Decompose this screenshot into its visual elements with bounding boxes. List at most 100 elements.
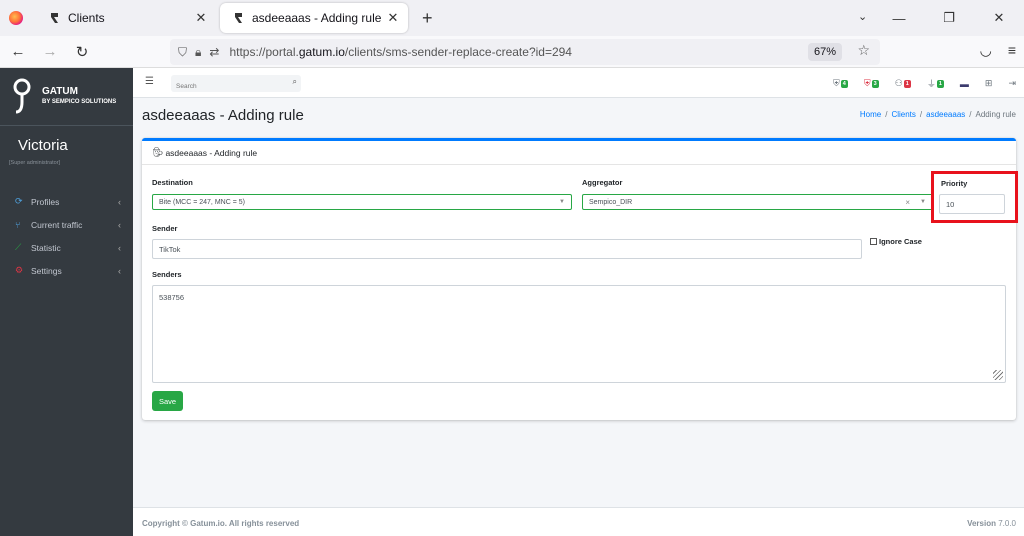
chevron-left-icon: ‹ xyxy=(118,196,121,207)
window-controls: — ❐ ✕ xyxy=(874,0,1024,36)
header-icons: ⛨ 4 ⛨ 3 ⚇ 1 ⏚ 1 ▬ ⊞ ⇥ xyxy=(817,77,1016,90)
firefox-icon[interactable] xyxy=(9,11,23,25)
caret-down-icon: ▼ xyxy=(559,199,565,205)
sidebar-item-statistic[interactable]: ⟋ Statistic ‹ xyxy=(0,236,133,259)
gatum-logo-icon xyxy=(234,13,242,23)
page-title: asdeeaaas - Adding rule xyxy=(142,107,304,124)
tab-adding-rule[interactable]: asdeeaaas - Adding rule ✕ xyxy=(220,3,408,33)
brand-name: GATUM xyxy=(42,85,78,97)
grid-icon[interactable]: ⊞ xyxy=(985,78,993,89)
search-input[interactable] xyxy=(171,78,281,95)
shield-icon[interactable]: ⛉ xyxy=(178,45,187,60)
destination-value: Bite (MCC = 247, MNC = 5) xyxy=(159,198,245,206)
sidebar-item-profiles[interactable]: ⟳ Profiles ‹ xyxy=(0,190,133,213)
senders-textarea[interactable]: 538756 xyxy=(152,285,1006,383)
bookmark-star-icon[interactable]: ☆ xyxy=(857,42,870,59)
save-button[interactable]: Save xyxy=(152,391,183,411)
minimize-icon[interactable]: — xyxy=(874,11,924,26)
url-bar[interactable]: ⛉ 🔒︎ ⇄ https://portal.gatum.io/clients/s… xyxy=(170,39,880,65)
user-secret-icon: 🕵︎ xyxy=(152,147,164,157)
browser-nav-bar: ← → ↻ ⛉ 🔒︎ ⇄ https://portal.gatum.io/cli… xyxy=(0,36,1024,68)
app-header: ☰ ⌕ ⛨4 ⛨3 ⚇1 ⏚1 ▬ ⊞ ⇥ xyxy=(133,68,1024,98)
footer: Copyright © Gatum.io. All rights reserve… xyxy=(133,507,1024,536)
count-badge: 4 xyxy=(840,79,848,88)
pocket-icon[interactable]: ◡ xyxy=(980,42,992,59)
destination-select[interactable]: Bite (MCC = 247, MNC = 5) ▼ xyxy=(152,194,572,210)
card-header: 🕵︎ asdeeaaas - Adding rule xyxy=(142,141,1016,165)
restore-icon[interactable]: ❐ xyxy=(924,10,974,26)
close-window-icon[interactable]: ✕ xyxy=(974,10,1024,26)
permissions-icon[interactable]: ⇄ xyxy=(209,45,219,60)
hamburger-menu-icon[interactable]: ☰ xyxy=(145,76,154,87)
zoom-level[interactable]: 67% xyxy=(807,43,842,61)
logout-icon[interactable]: ⇥ xyxy=(1008,78,1016,89)
chevron-left-icon: ‹ xyxy=(118,242,121,253)
sidebar-item-label: Statistic xyxy=(31,242,61,253)
back-icon[interactable]: ← xyxy=(4,43,32,60)
breadcrumb-current: Adding rule xyxy=(975,110,1016,119)
ignore-case-checkbox[interactable] xyxy=(870,238,877,245)
breadcrumb-clients[interactable]: Clients xyxy=(891,110,915,119)
close-icon[interactable]: ✕ xyxy=(194,10,208,26)
tab-title: asdeeaaas - Adding rule xyxy=(252,11,382,25)
sidebar-item-label: Current traffic xyxy=(31,219,83,230)
flag-us-icon[interactable]: ▬ xyxy=(960,79,969,89)
senders-label: Senders xyxy=(152,270,182,279)
brand[interactable]: GATUM BY SEMPICO SOLUTIONS xyxy=(0,68,133,126)
aggregator-value: Sempico_DIR xyxy=(589,198,633,206)
brand-tagline: BY SEMPICO SOLUTIONS xyxy=(42,98,117,105)
rule-form-card: 🕵︎ asdeeaaas - Adding rule Destination B… xyxy=(142,138,1016,420)
user-name[interactable]: Victoria xyxy=(0,126,133,154)
aggregator-label: Aggregator xyxy=(582,178,623,187)
count-badge: 3 xyxy=(871,79,879,88)
chevron-left-icon: ‹ xyxy=(118,265,121,276)
shield-check-icon[interactable]: ⛨ 4 xyxy=(833,78,848,89)
version-text: Version 7.0.0 xyxy=(967,519,1016,528)
forward-icon[interactable]: → xyxy=(36,43,64,60)
card-title: asdeeaaas - Adding rule xyxy=(165,147,258,158)
destination-label: Destination xyxy=(152,178,193,187)
chart-icon: ⟋ xyxy=(15,242,22,252)
reload-icon[interactable]: ↻ xyxy=(68,43,96,61)
breadcrumb-home[interactable]: Home xyxy=(860,110,881,119)
resize-handle-icon[interactable] xyxy=(993,370,1003,380)
senders-value: 538756 xyxy=(159,293,185,302)
aggregator-select[interactable]: Sempico_DIR × ▼ xyxy=(582,194,933,210)
sidebar-item-label: Settings xyxy=(31,265,62,276)
search-box: ⌕ xyxy=(171,75,301,95)
ignore-case-checkbox-wrap[interactable]: Ignore Case xyxy=(870,237,922,246)
close-icon[interactable]: ✕ xyxy=(386,10,400,26)
ignore-case-label: Ignore Case xyxy=(879,237,922,246)
sender-input[interactable]: TikTok xyxy=(152,239,862,259)
url-text: https://portal.gatum.io/clients/sms-send… xyxy=(229,45,572,59)
tab-clients[interactable]: Clients ✕ xyxy=(36,3,216,33)
chevron-down-icon[interactable]: ⌄ xyxy=(858,10,867,23)
sidebar-item-label: Profiles xyxy=(31,196,60,207)
clear-icon[interactable]: × xyxy=(905,198,910,207)
breadcrumb: Home / Clients / asdeeaaas / Adding rule xyxy=(859,110,1016,119)
sidebar-item-current-traffic[interactable]: ⑂ Current traffic ‹ xyxy=(0,213,133,236)
count-badge: 1 xyxy=(936,79,944,88)
new-tab-icon[interactable]: + xyxy=(422,8,433,29)
sidebar: GATUM BY SEMPICO SOLUTIONS Victoria [Sup… xyxy=(0,68,133,536)
sidebar-menu: ⟳ Profiles ‹ ⑂ Current traffic ‹ ⟋ Stati… xyxy=(0,190,133,282)
branch-icon: ⑂ xyxy=(15,219,21,230)
plug-icon[interactable]: ⏚ 1 xyxy=(927,77,944,90)
refresh-icon: ⟳ xyxy=(15,196,23,206)
search-icon[interactable]: ⌕ xyxy=(293,77,297,87)
user-role: [Super administrator] xyxy=(9,160,61,166)
chevron-left-icon: ‹ xyxy=(118,219,121,230)
menu-icon[interactable]: ≡ xyxy=(1008,42,1016,59)
count-badge: 1 xyxy=(903,79,911,88)
sidebar-item-settings[interactable]: ⚙ Settings ‹ xyxy=(0,259,133,282)
gatum-logo-icon xyxy=(50,13,58,23)
browser-tab-bar: Clients ✕ asdeeaaas - Adding rule ✕ + ⌄ … xyxy=(0,0,1024,36)
shield-alert-icon[interactable]: ⛨ 3 xyxy=(864,78,879,89)
gatum-logo-icon xyxy=(13,78,31,113)
sender-label: Sender xyxy=(152,224,178,233)
lock-icon[interactable]: 🔒︎ xyxy=(195,45,201,60)
sender-value: TikTok xyxy=(159,244,181,254)
breadcrumb-client[interactable]: asdeeaaas xyxy=(926,110,965,119)
users-icon[interactable]: ⚇ 1 xyxy=(895,78,911,89)
copyright-text: Copyright © Gatum.io. All rights reserve… xyxy=(142,519,300,528)
